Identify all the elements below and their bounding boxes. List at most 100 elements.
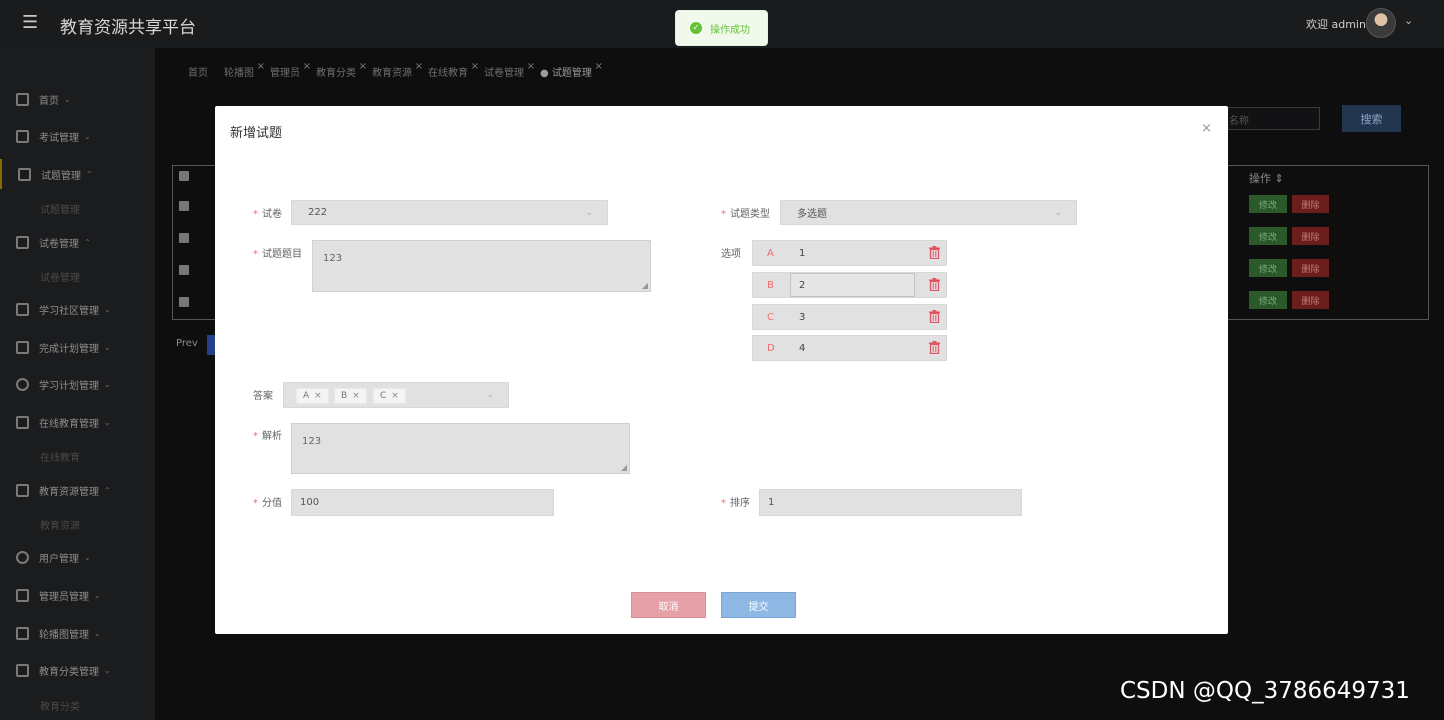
- type-value: 多选题: [797, 209, 827, 220]
- sidebar-sub-papers[interactable]: 试卷管理: [40, 269, 80, 284]
- tab-home[interactable]: 首页: [188, 64, 208, 80]
- sidebar-item-label: 考试管理: [39, 132, 79, 144]
- close-icon[interactable]: ×: [303, 61, 311, 72]
- ops-header-label: 操作: [1249, 172, 1271, 185]
- option-input[interactable]: 1: [799, 248, 805, 259]
- close-icon[interactable]: ×: [352, 391, 360, 401]
- chevron-up-icon: ⌃: [86, 169, 93, 179]
- tab-carousel[interactable]: 轮播图 ×: [224, 61, 265, 80]
- order-label-text: 排序: [730, 498, 750, 509]
- tab-resources[interactable]: 教育资源 ×: [372, 61, 423, 80]
- edit-button[interactable]: 修改: [1249, 227, 1287, 245]
- sidebar-item-admins[interactable]: 管理员管理 ⌄: [0, 580, 155, 610]
- row-checkbox[interactable]: [179, 265, 189, 275]
- menu-toggle-icon[interactable]: ☰: [22, 12, 38, 33]
- edit-button[interactable]: 修改: [1249, 291, 1287, 309]
- delete-button[interactable]: 删除: [1292, 291, 1329, 309]
- answer-multiselect[interactable]: A × B × C × ⌄: [283, 382, 509, 408]
- watermark: CSDN @QQ_3786649731: [1120, 678, 1410, 704]
- prev-page-button[interactable]: Prev: [176, 338, 198, 349]
- chevron-up-icon: ⌃: [104, 485, 111, 495]
- analysis-textarea[interactable]: 123 ◢: [291, 423, 630, 474]
- sidebar-item-users[interactable]: 用户管理 ⌄: [0, 542, 155, 572]
- resize-handle-icon[interactable]: ◢: [642, 281, 648, 290]
- close-icon[interactable]: ×: [391, 391, 399, 401]
- tab-admins[interactable]: 管理员 ×: [270, 61, 311, 80]
- question-textarea[interactable]: 123 ◢: [312, 240, 651, 292]
- close-icon[interactable]: ×: [314, 391, 322, 401]
- option-input[interactable]: 2: [799, 280, 805, 291]
- sidebar-sub-questions[interactable]: 试题管理: [40, 201, 80, 216]
- exam-icon: [16, 129, 29, 143]
- tab-label: 在线教育: [428, 68, 468, 79]
- required-mark: *: [253, 498, 258, 509]
- sidebar-item-categories[interactable]: 教育分类管理 ⌄: [0, 655, 155, 685]
- grid-icon: [18, 167, 31, 181]
- row-checkbox[interactable]: [179, 297, 189, 307]
- option-letter: D: [767, 343, 775, 354]
- sidebar-item-study-plans[interactable]: 学习计划管理 ⌄: [0, 369, 155, 399]
- search-button[interactable]: 搜索: [1342, 105, 1401, 132]
- cancel-button[interactable]: 取消: [631, 592, 706, 618]
- score-input[interactable]: 100: [291, 489, 554, 516]
- ops-header[interactable]: 操作 ⇕: [1249, 170, 1284, 186]
- close-icon[interactable]: ×: [359, 61, 367, 72]
- tab-questions[interactable]: ● 试题管理 ×: [540, 61, 603, 80]
- tab-label: 教育分类: [316, 68, 356, 79]
- edit-button[interactable]: 修改: [1249, 259, 1287, 277]
- paper-select[interactable]: 222 ⌄: [291, 200, 608, 225]
- tab-papers[interactable]: 试卷管理 ×: [484, 61, 535, 80]
- sidebar-item-exam[interactable]: 考试管理 ⌄: [0, 121, 155, 151]
- trash-icon[interactable]: [929, 341, 940, 354]
- option-input-focused[interactable]: [790, 273, 915, 297]
- close-icon[interactable]: ×: [471, 61, 479, 72]
- sidebar-sub-resources[interactable]: 教育资源: [40, 517, 80, 532]
- search-input[interactable]: 名称: [1220, 107, 1320, 130]
- close-icon[interactable]: ×: [415, 61, 423, 72]
- avatar[interactable]: [1366, 8, 1396, 38]
- sidebar-item-online-edu[interactable]: 在线教育管理 ⌄: [0, 407, 155, 437]
- sidebar-item-questions[interactable]: 试题管理 ⌃: [0, 159, 155, 189]
- trash-icon[interactable]: [929, 278, 940, 291]
- tab-categories[interactable]: 教育分类 ×: [316, 61, 367, 80]
- sidebar-item-community[interactable]: 学习社区管理 ⌄: [0, 294, 155, 324]
- tab-online-edu[interactable]: 在线教育 ×: [428, 61, 479, 80]
- sidebar-item-completed-plans[interactable]: 完成计划管理 ⌄: [0, 332, 155, 362]
- submit-button[interactable]: 提交: [721, 592, 796, 618]
- current-page-indicator[interactable]: [207, 335, 215, 355]
- sidebar-item-papers[interactable]: 试卷管理 ⌃: [0, 227, 155, 257]
- check-circle-icon: ✓: [690, 22, 702, 34]
- sidebar-item-resources[interactable]: 教育资源管理 ⌃: [0, 475, 155, 505]
- option-input[interactable]: 3: [799, 312, 805, 323]
- delete-button[interactable]: 删除: [1292, 259, 1329, 277]
- row-checkbox[interactable]: [179, 233, 189, 243]
- add-question-dialog: 新增试题 × * 试卷 222 ⌄ * 试题类型 多选题 ⌄ * 试题题目 123 ◢ 选项…: [215, 106, 1228, 634]
- row-checkbox[interactable]: [179, 201, 189, 211]
- resize-handle-icon[interactable]: ◢: [621, 463, 627, 472]
- sidebar-sub-online-edu[interactable]: 在线教育: [40, 449, 80, 464]
- sidebar-item-home[interactable]: 首页 ⌄: [0, 84, 155, 114]
- close-icon[interactable]: ×: [527, 61, 535, 72]
- trash-icon[interactable]: [929, 246, 940, 259]
- option-input[interactable]: 4: [799, 343, 805, 354]
- tab-label: 试题管理: [551, 68, 592, 79]
- select-all-checkbox[interactable]: [179, 171, 189, 181]
- edit-button[interactable]: 修改: [1249, 195, 1287, 213]
- sidebar-sub-categories[interactable]: 教育分类: [40, 698, 80, 713]
- trash-icon[interactable]: [929, 310, 940, 323]
- close-icon[interactable]: ×: [595, 61, 603, 72]
- delete-button[interactable]: 删除: [1292, 227, 1329, 245]
- paper-icon: [16, 235, 29, 249]
- delete-button[interactable]: 删除: [1292, 195, 1329, 213]
- image-icon: [16, 626, 29, 640]
- admin-icon: [16, 588, 29, 602]
- order-input[interactable]: 1: [759, 489, 1022, 516]
- sidebar-item-carousel[interactable]: 轮播图管理 ⌄: [0, 618, 155, 648]
- chevron-down-icon: ⌄: [104, 304, 111, 314]
- chevron-down-icon[interactable]: ⌄: [1404, 14, 1413, 27]
- question-type-select[interactable]: 多选题 ⌄: [780, 200, 1077, 225]
- close-icon[interactable]: ×: [257, 61, 265, 72]
- sidebar-item-label: 管理员管理: [39, 591, 89, 603]
- check-circle-icon: [16, 377, 29, 391]
- close-icon[interactable]: ×: [1201, 121, 1212, 136]
